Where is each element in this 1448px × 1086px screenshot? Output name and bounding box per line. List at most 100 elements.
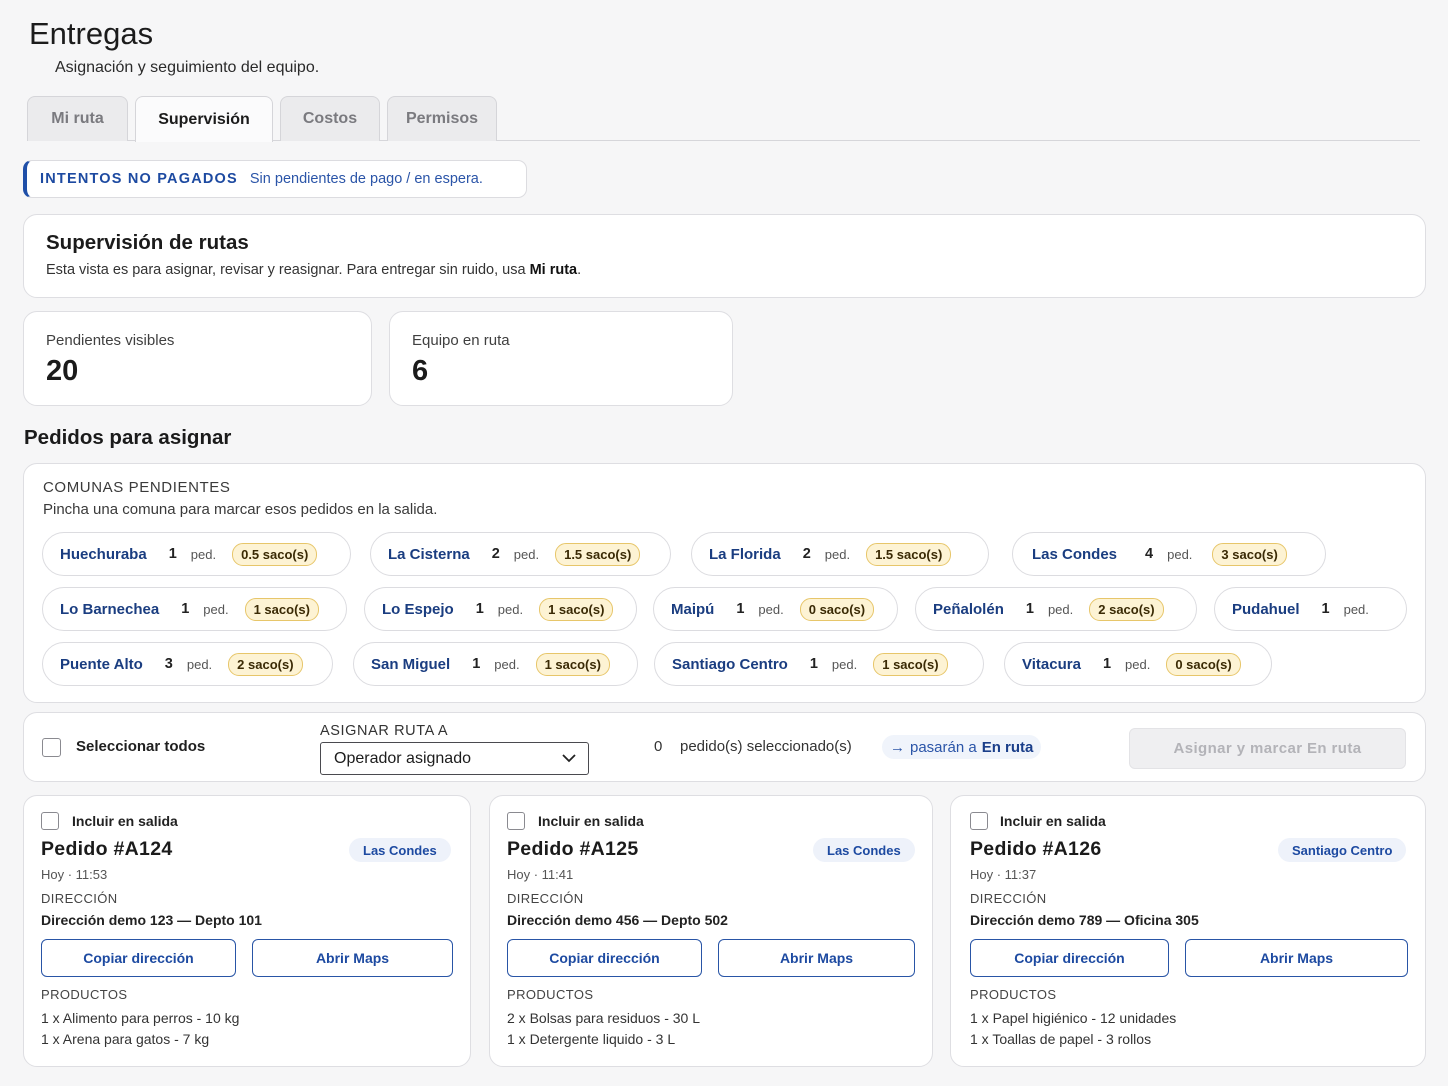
operator-select[interactable]: Operador asignado xyxy=(320,742,589,775)
chip-count: 2 xyxy=(802,546,811,562)
supervision-text-end: . xyxy=(577,262,582,278)
chip-count: 4 xyxy=(1145,546,1154,562)
chip-name: Lo Barnechea xyxy=(60,600,160,618)
chip-name: La Cisterna xyxy=(388,545,470,563)
include-checkbox[interactable] xyxy=(507,812,525,830)
chip-ped-label: ped. xyxy=(831,656,858,672)
comuna-badge: Las Condes xyxy=(813,838,915,862)
assign-and-mark-button[interactable]: Asignar y marcar En ruta xyxy=(1129,728,1406,769)
product-line: 1 x Arena para gatos - 7 kg xyxy=(41,1031,210,1047)
comuna-chip-santiago-centro[interactable]: Santiago Centro 1 ped. 1 saco(s) xyxy=(654,642,984,686)
address-label: DIRECCIÓN xyxy=(41,891,118,906)
status-hint-value: En ruta xyxy=(981,738,1034,756)
chip-sacos-badge: 1.5 saco(s) xyxy=(866,542,952,566)
comuna-chip-penalolen[interactable]: Peñalolén 1 ped. 2 saco(s) xyxy=(915,587,1197,631)
chip-count: 1 xyxy=(181,601,190,617)
chip-sacos-badge: 2 saco(s) xyxy=(1089,597,1164,621)
chip-count: 1 xyxy=(1102,656,1112,672)
stat-pending-visible: Pendientes visibles 20 xyxy=(23,311,372,406)
chip-ped-label: ped. xyxy=(1047,601,1074,617)
include-checkbox[interactable] xyxy=(970,812,988,830)
operator-select-value: Operador asignado xyxy=(334,749,471,767)
comuna-chip-lo-espejo[interactable]: Lo Espejo 1 ped. 1 saco(s) xyxy=(364,587,637,631)
order-time: Hoy · 11:41 xyxy=(507,867,574,882)
chip-sacos-badge: 1 saco(s) xyxy=(873,652,948,676)
status-hint: → pasarán a En ruta xyxy=(882,735,1042,759)
comuna-chip-san-miguel[interactable]: San Miguel 1 ped. 1 saco(s) xyxy=(353,642,638,686)
chip-name: San Miguel xyxy=(371,655,451,673)
comuna-chip-vitacura[interactable]: Vitacura 1 ped. 0 saco(s) xyxy=(1004,642,1272,686)
order-card: Incluir en salida Pedido #A124 Las Conde… xyxy=(23,795,471,1067)
comuna-chip-las-condes[interactable]: Las Condes 4 ped. 3 saco(s) xyxy=(1012,532,1326,576)
copy-address-button[interactable]: Copiar dirección xyxy=(41,939,236,977)
address-label: DIRECCIÓN xyxy=(507,891,584,906)
stat-value: 20 xyxy=(46,355,79,387)
chip-count: 1 xyxy=(1321,601,1330,617)
chip-ped-label: ped. xyxy=(186,656,213,672)
chip-name: La Florida xyxy=(709,545,781,563)
supervision-title: Supervisión de rutas xyxy=(46,231,249,254)
chip-ped-label: ped. xyxy=(1125,656,1151,672)
selected-count: 0 xyxy=(654,738,663,755)
chip-name: Puente Alto xyxy=(60,655,143,673)
comuna-chip-pudahuel[interactable]: Pudahuel 1 ped. xyxy=(1214,587,1407,631)
comuna-chip-maipu[interactable]: Maipú 1 ped. 0 saco(s) xyxy=(653,587,898,631)
chip-sacos-badge: 2 saco(s) xyxy=(228,652,303,676)
copy-address-button[interactable]: Copiar dirección xyxy=(507,939,702,977)
select-all-label[interactable]: Seleccionar todos xyxy=(76,738,205,755)
order-card: Incluir en salida Pedido #A126 Santiago … xyxy=(950,795,1426,1067)
chip-count: 2 xyxy=(491,546,500,562)
copy-address-button[interactable]: Copiar dirección xyxy=(970,939,1169,977)
comuna-chip-puente-alto[interactable]: Puente Alto 3 ped. 2 saco(s) xyxy=(42,642,333,686)
comuna-chip-la-florida[interactable]: La Florida 2 ped. 1.5 saco(s) xyxy=(691,532,989,576)
comuna-badge: Santiago Centro xyxy=(1278,838,1407,862)
chip-count: 1 xyxy=(1025,601,1034,617)
status-hint-text: pasarán a xyxy=(910,738,977,756)
order-title: Pedido #A125 xyxy=(507,838,639,860)
tab-supervision[interactable]: Supervisión xyxy=(135,96,273,142)
chip-count: 1 xyxy=(472,656,481,672)
chip-ped-label: ped. xyxy=(824,546,851,562)
open-maps-button[interactable]: Abrir Maps xyxy=(1185,939,1408,977)
include-label: Incluir en salida xyxy=(72,813,178,829)
include-label: Incluir en salida xyxy=(1000,813,1106,829)
product-line: 1 x Detergente liquido - 3 L xyxy=(507,1031,676,1047)
select-all-checkbox[interactable] xyxy=(42,738,61,757)
chip-ped-label: ped. xyxy=(497,601,524,617)
mi-ruta-mention: Mi ruta xyxy=(529,262,578,278)
comunas-subtitle: Pincha una comuna para marcar esos pedid… xyxy=(43,501,438,518)
chip-name: Huechuraba xyxy=(60,545,147,563)
supervision-card: Supervisión de rutas Esta vista es para … xyxy=(23,214,1426,298)
chip-name: Las Condes xyxy=(1032,545,1118,563)
comuna-chip-la-cisterna[interactable]: La Cisterna 2 ped. 1.5 saco(s) xyxy=(370,532,671,576)
stat-label: Pendientes visibles xyxy=(46,332,175,349)
address-value: Dirección demo 123 — Depto 101 xyxy=(41,912,262,928)
chip-ped-label: ped. xyxy=(758,601,784,617)
include-label: Incluir en salida xyxy=(538,813,644,829)
comuna-chip-lo-barnechea[interactable]: Lo Barnechea 1 ped. 1 saco(s) xyxy=(42,587,347,631)
product-line: 2 x Bolsas para residuos - 30 L xyxy=(507,1010,700,1026)
open-maps-button[interactable]: Abrir Maps xyxy=(252,939,453,977)
open-maps-button[interactable]: Abrir Maps xyxy=(718,939,915,977)
chip-count: 3 xyxy=(164,656,173,672)
chip-sacos-badge: 1 saco(s) xyxy=(535,652,610,676)
product-line: 1 x Toallas de papel - 3 rollos xyxy=(970,1031,1152,1047)
tab-costos[interactable]: Costos xyxy=(280,96,380,141)
order-title: Pedido #A126 xyxy=(970,838,1102,860)
chip-sacos-badge: 1 saco(s) xyxy=(244,597,319,621)
tab-mi-ruta[interactable]: Mi ruta xyxy=(27,96,128,141)
products-label: PRODUCTOS xyxy=(507,987,594,1002)
include-checkbox[interactable] xyxy=(41,812,59,830)
chip-name: Santiago Centro xyxy=(672,655,788,673)
chip-ped-label: ped. xyxy=(203,601,229,617)
chip-sacos-badge: 0.5 saco(s) xyxy=(232,542,318,566)
chip-name: Lo Espejo xyxy=(382,600,454,618)
chip-ped-label: ped. xyxy=(1343,601,1369,617)
comuna-chip-huechuraba[interactable]: Huechuraba 1 ped. 0.5 saco(s) xyxy=(42,532,351,576)
comuna-badge: Las Condes xyxy=(349,838,451,862)
section-title: Pedidos para asignar xyxy=(24,426,232,449)
stat-label: Equipo en ruta xyxy=(412,332,510,349)
chip-sacos-badge: 0 saco(s) xyxy=(799,597,875,621)
supervision-text-body: Esta vista es para asignar, revisar y re… xyxy=(46,262,530,278)
tab-permisos[interactable]: Permisos xyxy=(387,96,497,141)
